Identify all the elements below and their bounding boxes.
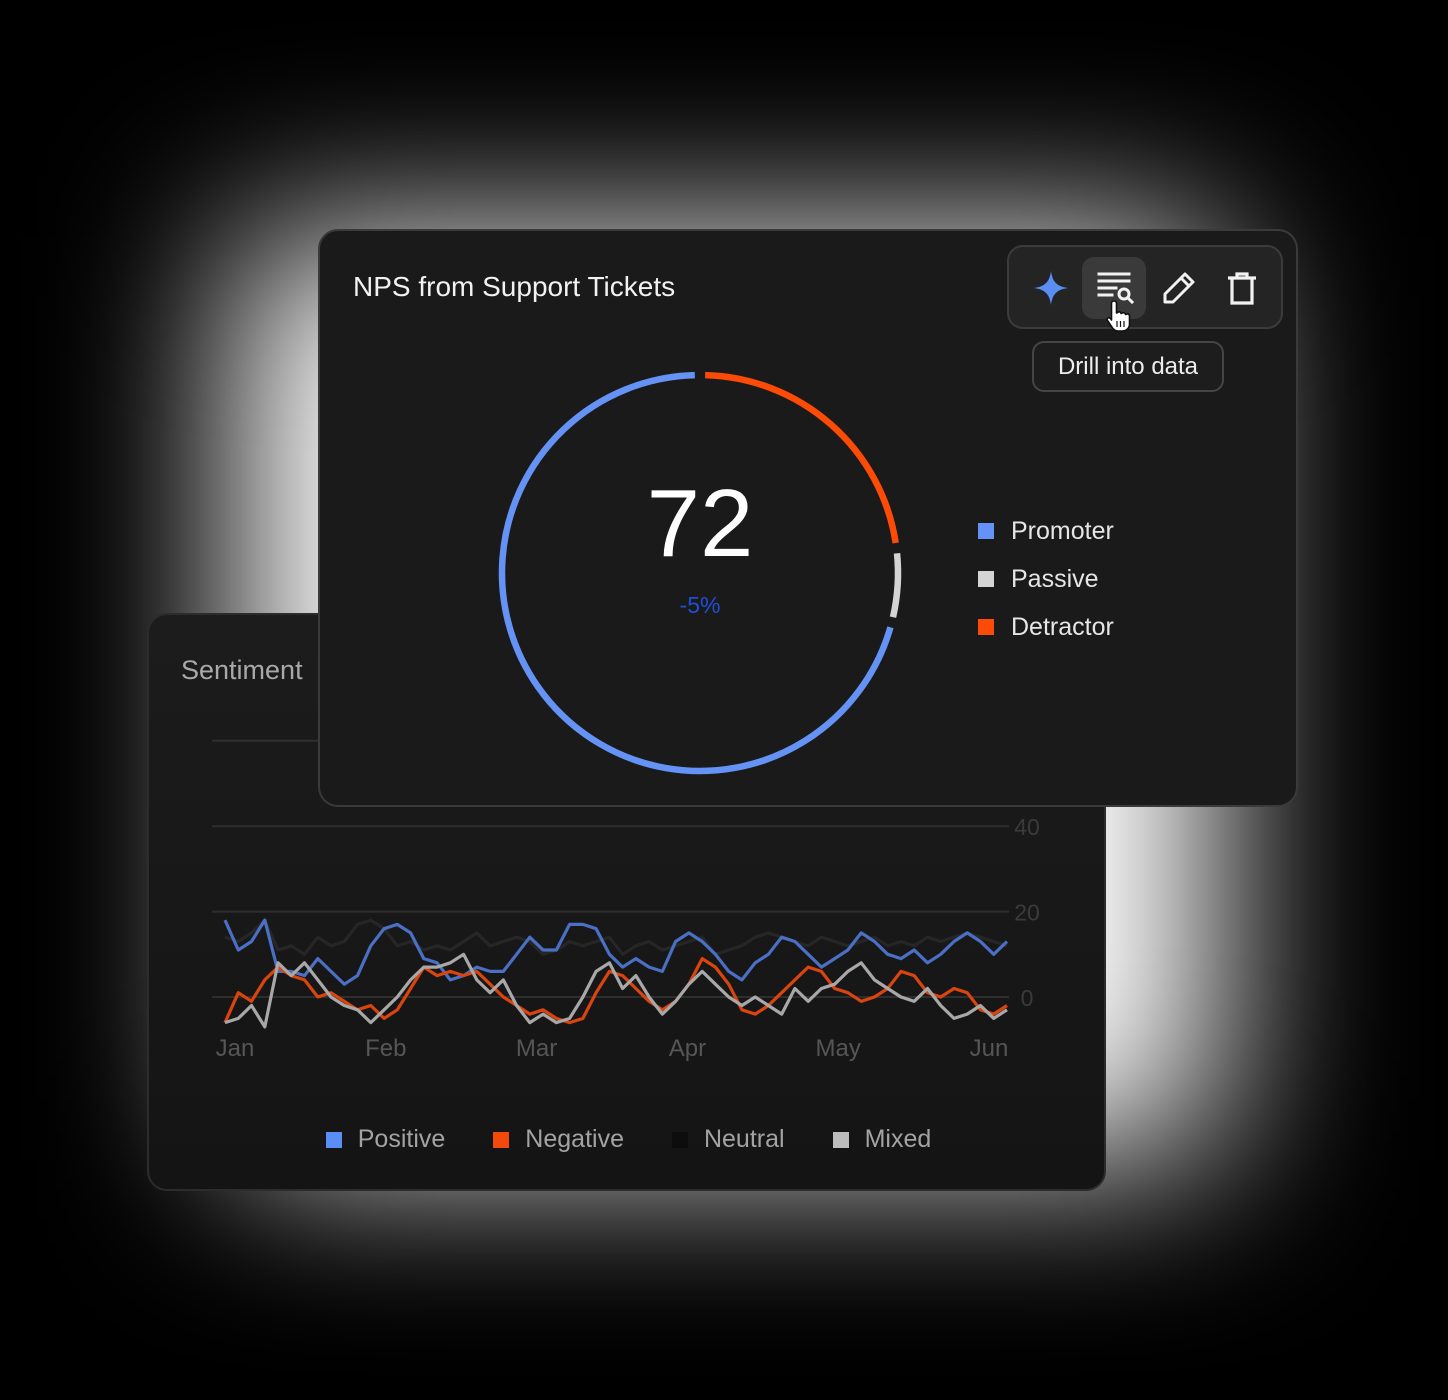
legend-label: Passive	[1011, 564, 1099, 593]
x-tick-label: Mar	[516, 1035, 557, 1062]
edit-pencil-icon	[1163, 272, 1195, 304]
legend-label: Detractor	[1011, 612, 1114, 641]
nps-score: 72	[646, 470, 754, 577]
legend-label: Neutral	[703, 1125, 785, 1153]
trash-icon	[1228, 272, 1256, 305]
background-frame: Sentiment 0 20 40 Jan Feb Mar Apr May Jun Positi…	[0, 0, 1448, 1400]
legend-item-passive: Passive	[978, 555, 1114, 603]
legend-label: Mixed	[864, 1125, 932, 1153]
donut-slice-passive	[889, 553, 902, 618]
legend-item-negative: Negative	[493, 1125, 624, 1154]
legend-item-detractor: Detractor	[978, 603, 1114, 651]
nps-legend: Promoter Passive Detractor	[978, 507, 1114, 651]
legend-item-promoter: Promoter	[978, 507, 1114, 555]
y-tick-label: 40	[1014, 814, 1040, 840]
nps-card: NPS from Support Tickets Drill into data…	[318, 229, 1298, 807]
series-line-mixed	[224, 952, 1008, 1029]
x-tick-label: Jun	[970, 1035, 1009, 1062]
legend-label: Negative	[525, 1125, 624, 1153]
card-toolbar	[1007, 245, 1283, 332]
legend-item-positive: Positive	[325, 1125, 446, 1154]
legend-swatch	[978, 571, 994, 587]
sparkle-icon	[1034, 271, 1068, 305]
toolbar-tooltip: Drill into data	[1032, 341, 1224, 392]
nps-card-title: NPS from Support Tickets	[353, 271, 676, 302]
legend-item-mixed: Mixed	[832, 1125, 932, 1154]
legend-swatch	[832, 1131, 849, 1148]
series-line-neutral	[224, 918, 1008, 956]
legend-swatch	[671, 1131, 688, 1148]
legend-item-neutral: Neutral	[671, 1125, 785, 1154]
hand-cursor-icon	[1106, 300, 1131, 332]
sentiment-legend: Positive Negative Neutral Mixed	[149, 1125, 1108, 1154]
legend-swatch	[325, 1131, 342, 1148]
legend-label: Positive	[357, 1125, 446, 1153]
ai-sparkle-button[interactable]	[1019, 257, 1083, 319]
edit-button[interactable]	[1147, 257, 1211, 319]
x-tick-label: Apr	[669, 1035, 706, 1062]
legend-label: Promoter	[1011, 516, 1114, 545]
delete-button[interactable]	[1210, 257, 1274, 319]
x-tick-label: May	[816, 1035, 861, 1062]
y-tick-label: 0	[1021, 985, 1034, 1011]
nps-delta: -5%	[679, 592, 721, 618]
x-tick-label: Jan	[216, 1035, 255, 1062]
y-tick-label: 20	[1014, 900, 1040, 926]
x-tick-label: Feb	[365, 1035, 406, 1062]
legend-swatch	[978, 619, 994, 635]
legend-swatch	[978, 523, 994, 539]
legend-swatch	[493, 1131, 510, 1148]
